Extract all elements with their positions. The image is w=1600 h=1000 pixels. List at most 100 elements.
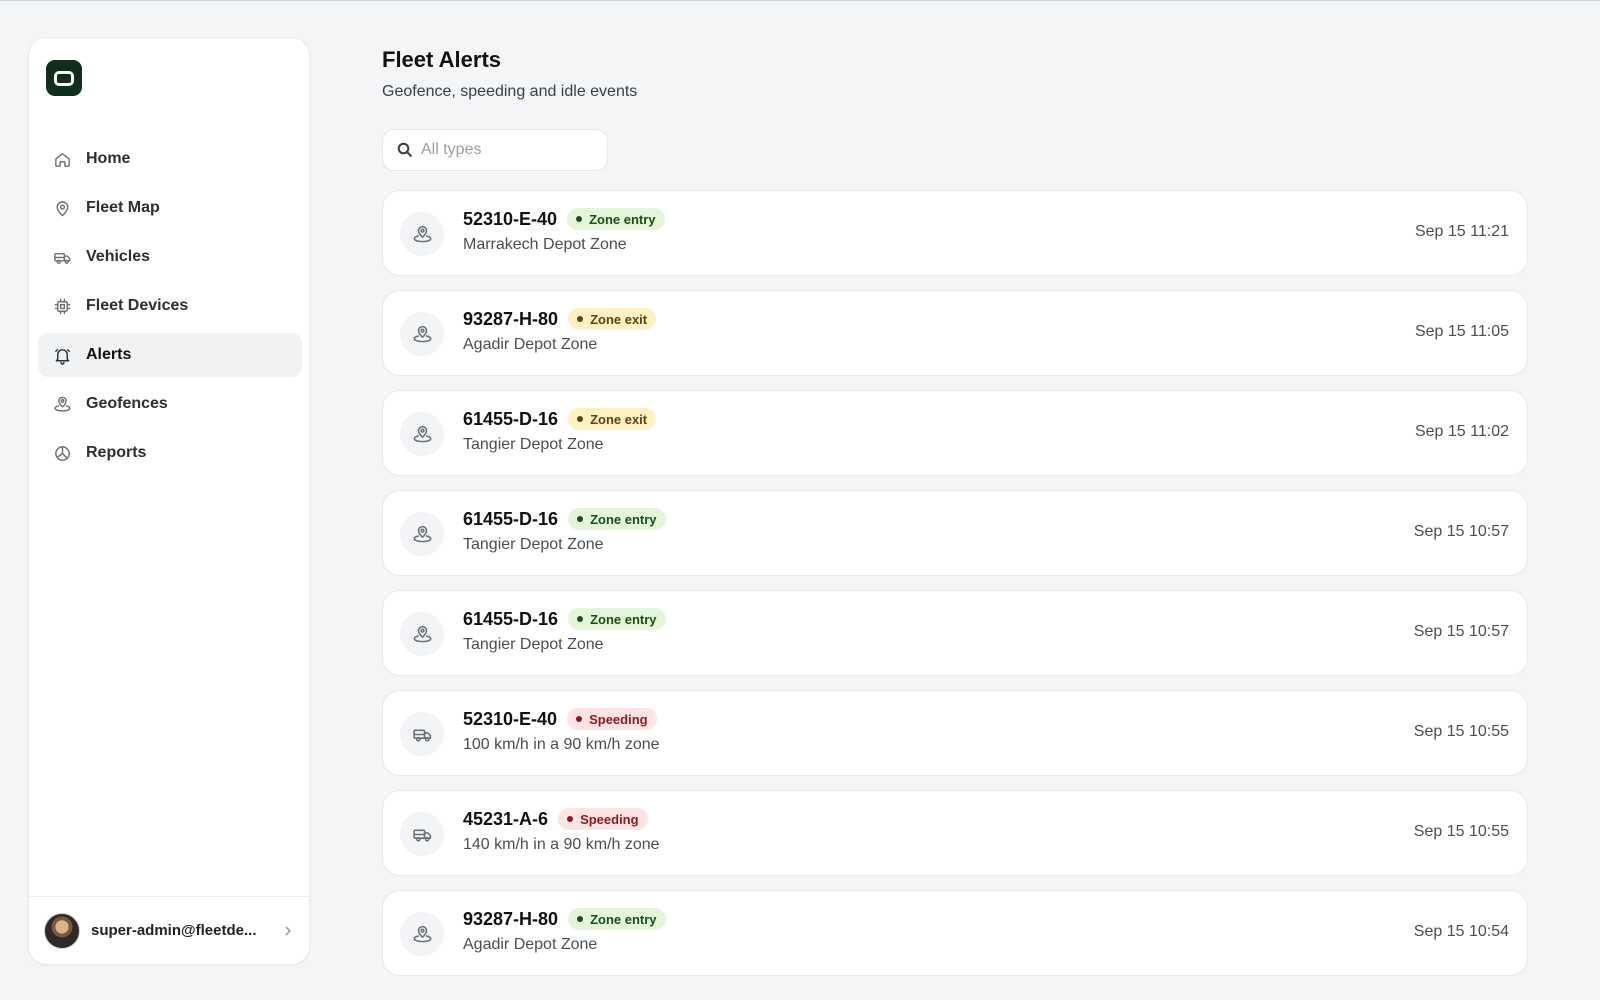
alert-timestamp: Sep 15 11:05 xyxy=(1414,323,1509,340)
status-dot-icon xyxy=(576,716,583,722)
alert-row[interactable]: 61455-D-16 Zone entry Tangier Depot Zone Se… xyxy=(382,590,1528,676)
user-menu[interactable]: super-admin@fleetde... xyxy=(29,896,309,964)
sidebar-item-geofences[interactable]: Geofences xyxy=(38,382,302,426)
sidebar: Home Fleet Map Vehicles Fleet Devices Alerts… xyxy=(28,37,310,965)
sidebar-item-fleet-map[interactable]: Fleet Map xyxy=(38,186,302,230)
sidebar-item-label: Home xyxy=(86,150,131,167)
alert-timestamp: Sep 15 10:55 xyxy=(1413,723,1509,740)
badge-label: Zone entry xyxy=(590,611,657,627)
alert-row[interactable]: 93287-H-80 Zone exit Agadir Depot Zone Sep … xyxy=(382,290,1528,376)
sidebar-item-reports[interactable]: Reports xyxy=(38,431,302,475)
page-subtitle: Geofence, speeding and idle events xyxy=(382,83,638,100)
sidebar-item-label: Alerts xyxy=(86,346,132,363)
badge-label: Zone entry xyxy=(589,211,656,227)
truck-icon xyxy=(400,812,444,856)
sidebar-item-alerts[interactable]: Alerts xyxy=(38,333,302,377)
alert-row[interactable]: 52310-E-40 Speeding 100 km/h in a 90 km/h … xyxy=(382,690,1528,776)
alert-row[interactable]: 45231-A-6 Speeding 140 km/h in a 90 km/h z… xyxy=(382,790,1528,876)
user-email: super-admin@fleetde... xyxy=(91,922,257,939)
status-dot-icon xyxy=(577,916,584,922)
alert-header: 52310-E-40 Speeding xyxy=(463,708,657,730)
alert-timestamp: Sep 15 10:54 xyxy=(1413,923,1509,940)
alert-header: 61455-D-16 Zone exit xyxy=(463,408,657,430)
badge-label: Zone exit xyxy=(590,311,648,327)
alert-header: 93287-H-80 Zone exit xyxy=(463,308,657,330)
badge-label: Speeding xyxy=(589,711,648,727)
alert-row[interactable]: 52310-E-40 Zone entry Marrakech Depot Zone… xyxy=(382,190,1528,276)
vehicle-plate: 61455-D-16 xyxy=(463,408,559,429)
search-icon xyxy=(397,142,413,158)
alert-header: 52310-E-40 Zone entry xyxy=(463,208,665,230)
alert-header: 61455-D-16 Zone entry xyxy=(463,608,666,630)
sidebar-item-label: Fleet Devices xyxy=(86,297,189,314)
bell-icon xyxy=(52,345,72,365)
alert-type-badge: Zone entry xyxy=(567,208,665,230)
alert-description: Marrakech Depot Zone xyxy=(463,236,627,253)
page-title: Fleet Alerts xyxy=(382,47,502,72)
alert-timestamp: Sep 15 10:57 xyxy=(1413,623,1509,640)
vehicle-plate: 61455-D-16 xyxy=(463,508,559,529)
badge-label: Zone entry xyxy=(590,511,657,527)
avatar xyxy=(44,912,80,949)
status-dot-icon xyxy=(576,216,583,222)
badge-label: Zone entry xyxy=(590,911,657,927)
alert-description: Tangier Depot Zone xyxy=(463,436,604,453)
alert-timestamp: Sep 15 11:02 xyxy=(1414,423,1509,440)
alert-description: Agadir Depot Zone xyxy=(463,936,598,953)
type-filter-search[interactable] xyxy=(382,129,608,171)
status-dot-icon xyxy=(577,516,584,522)
geofence-icon xyxy=(400,512,444,556)
vehicle-plate: 93287-H-80 xyxy=(463,908,559,929)
alert-description: 100 km/h in a 90 km/h zone xyxy=(463,736,660,753)
alert-type-badge: Zone exit xyxy=(568,408,657,430)
geofence-icon xyxy=(400,412,444,456)
pie-chart-icon xyxy=(52,443,72,463)
alert-type-badge: Zone entry xyxy=(568,908,666,930)
alert-type-badge: Zone entry xyxy=(568,608,666,630)
search-input[interactable] xyxy=(421,141,591,159)
alert-header: 93287-H-80 Zone entry xyxy=(463,908,666,930)
status-dot-icon xyxy=(577,616,584,622)
badge-label: Zone exit xyxy=(590,411,648,427)
sidebar-item-label: Fleet Map xyxy=(86,199,160,216)
sidebar-item-label: Reports xyxy=(86,444,147,461)
geofence-icon xyxy=(400,212,444,256)
geofence-icon xyxy=(400,912,444,956)
alert-row[interactable]: 61455-D-16 Zone exit Tangier Depot Zone Sep… xyxy=(382,390,1528,476)
alerts-list: 52310-E-40 Zone entry Marrakech Depot Zone… xyxy=(382,190,1528,990)
alert-header: 45231-A-6 Speeding xyxy=(463,808,648,830)
vehicle-plate: 52310-E-40 xyxy=(463,208,558,229)
geofence-icon xyxy=(52,394,72,414)
alert-description: Tangier Depot Zone xyxy=(463,636,604,653)
alert-description: 140 km/h in a 90 km/h zone xyxy=(463,836,660,853)
alert-description: Tangier Depot Zone xyxy=(463,536,604,553)
chip-icon xyxy=(52,296,72,316)
alert-description: Agadir Depot Zone xyxy=(463,336,598,353)
geofence-icon xyxy=(400,612,444,656)
alert-timestamp: Sep 15 10:57 xyxy=(1413,523,1509,540)
status-dot-icon xyxy=(567,816,574,822)
map-pin-icon xyxy=(52,198,72,218)
sidebar-item-label: Geofences xyxy=(86,395,168,412)
alert-type-badge: Zone exit xyxy=(568,308,657,330)
sidebar-item-label: Vehicles xyxy=(86,248,151,265)
truck-icon xyxy=(52,247,72,267)
alert-type-badge: Speeding xyxy=(558,808,648,830)
vehicle-plate: 61455-D-16 xyxy=(463,608,559,629)
app-logo[interactable] xyxy=(46,60,82,96)
sidebar-nav: Home Fleet Map Vehicles Fleet Devices Alerts… xyxy=(38,137,302,480)
chevron-right-icon xyxy=(281,924,295,938)
alert-row[interactable]: 61455-D-16 Zone entry Tangier Depot Zone Se… xyxy=(382,490,1528,576)
vehicle-plate: 52310-E-40 xyxy=(463,708,558,729)
sidebar-item-home[interactable]: Home xyxy=(38,137,302,181)
alert-header: 61455-D-16 Zone entry xyxy=(463,508,666,530)
home-icon xyxy=(52,149,72,169)
sidebar-item-fleet-devices[interactable]: Fleet Devices xyxy=(38,284,302,328)
vehicle-plate: 93287-H-80 xyxy=(463,308,559,329)
alert-row[interactable]: 93287-H-80 Zone entry Agadir Depot Zone Sep… xyxy=(382,890,1528,976)
alert-type-badge: Zone entry xyxy=(568,508,666,530)
alert-type-badge: Speeding xyxy=(567,708,657,730)
status-dot-icon xyxy=(577,316,584,322)
sidebar-item-vehicles[interactable]: Vehicles xyxy=(38,235,302,279)
alert-timestamp: Sep 15 10:55 xyxy=(1413,823,1509,840)
